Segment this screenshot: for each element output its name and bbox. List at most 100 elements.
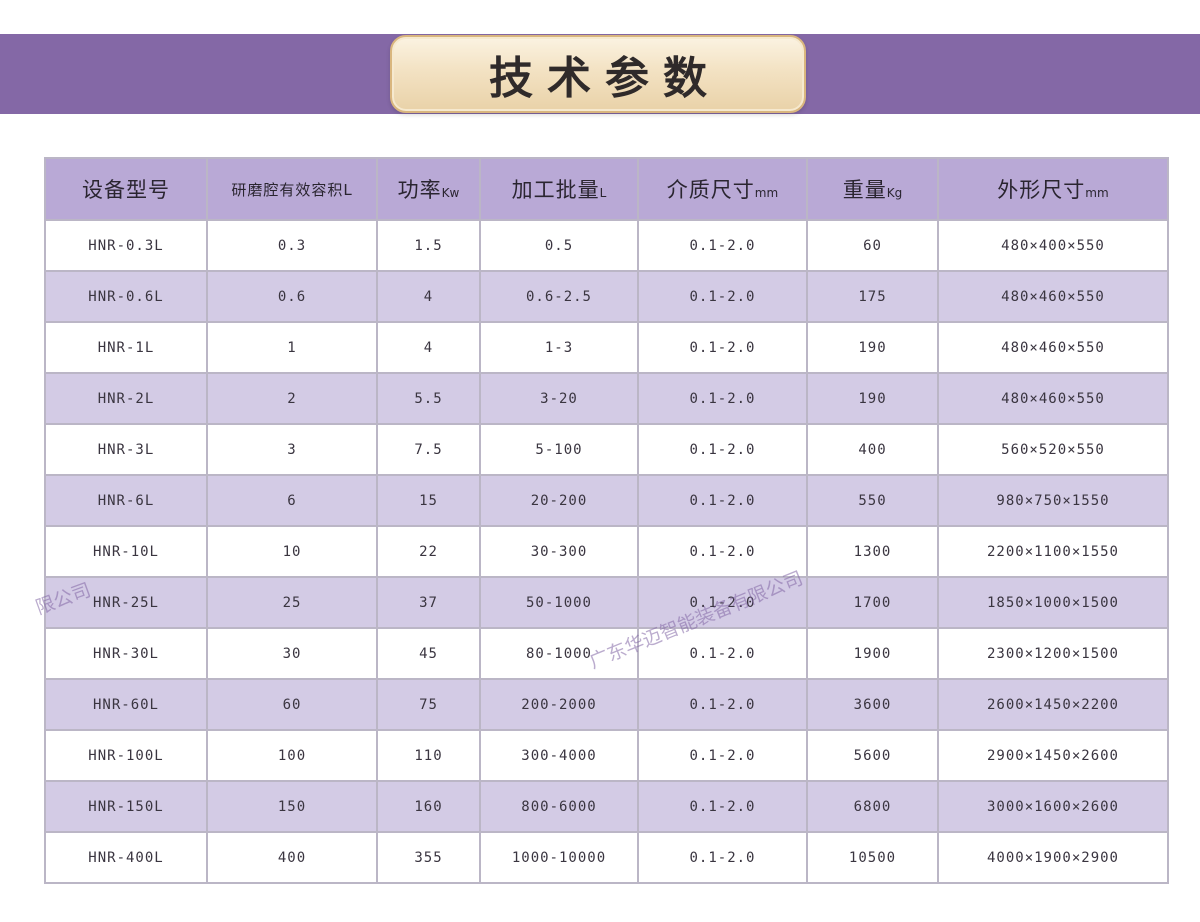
cell-power: 110 bbox=[376, 729, 481, 782]
cell-weight: 400 bbox=[806, 423, 939, 476]
table-row: HNR-0.3L 0.3 1.5 0.5 0.1-2.0 60 480×400×550 bbox=[44, 219, 1169, 272]
cell-power: 160 bbox=[376, 780, 481, 833]
cell-model: HNR-10L bbox=[44, 525, 208, 578]
table-row: HNR-0.6L 0.6 4 0.6-2.5 0.1-2.0 175 480×460×550 bbox=[44, 270, 1169, 323]
cell-dimensions: 2900×1450×2600 bbox=[937, 729, 1169, 782]
cell-power: 4 bbox=[376, 321, 481, 374]
cell-power: 75 bbox=[376, 678, 481, 731]
cell-media-size: 0.1-2.0 bbox=[637, 474, 808, 527]
cell-media-size: 0.1-2.0 bbox=[637, 576, 808, 629]
table-row: HNR-1L 1 4 1-3 0.1-2.0 190 480×460×550 bbox=[44, 321, 1169, 374]
cell-weight: 190 bbox=[806, 321, 939, 374]
cell-chamber-volume: 0.6 bbox=[206, 270, 378, 323]
cell-model: HNR-6L bbox=[44, 474, 208, 527]
table-row: HNR-10L 10 22 30-300 0.1-2.0 1300 2200×1100×15… bbox=[44, 525, 1169, 578]
cell-media-size: 0.1-2.0 bbox=[637, 372, 808, 425]
cell-weight: 3600 bbox=[806, 678, 939, 731]
cell-batch: 1000-10000 bbox=[479, 831, 639, 884]
cell-dimensions: 4000×1900×2900 bbox=[937, 831, 1169, 884]
cell-chamber-volume: 6 bbox=[206, 474, 378, 527]
cell-model: HNR-2L bbox=[44, 372, 208, 425]
cell-weight: 1300 bbox=[806, 525, 939, 578]
cell-batch: 80-1000 bbox=[479, 627, 639, 680]
cell-weight: 175 bbox=[806, 270, 939, 323]
table-row: HNR-100L 100 110 300-4000 0.1-2.0 5600 2900×14… bbox=[44, 729, 1169, 782]
cell-batch: 0.5 bbox=[479, 219, 639, 272]
cell-dimensions: 2600×1450×2200 bbox=[937, 678, 1169, 731]
cell-chamber-volume: 10 bbox=[206, 525, 378, 578]
cell-weight: 1900 bbox=[806, 627, 939, 680]
table-body: HNR-0.3L 0.3 1.5 0.5 0.1-2.0 60 480×400×550 HNR… bbox=[44, 219, 1169, 884]
cell-weight: 1700 bbox=[806, 576, 939, 629]
table-header-row: 设备型号 研磨腔有效容积L 功率Kw 加工批量L 介质尺寸mm 重量Kg 外形尺… bbox=[44, 157, 1169, 221]
cell-chamber-volume: 3 bbox=[206, 423, 378, 476]
cell-batch: 20-200 bbox=[479, 474, 639, 527]
header-dimensions: 外形尺寸mm bbox=[937, 157, 1169, 221]
cell-power: 15 bbox=[376, 474, 481, 527]
cell-batch: 200-2000 bbox=[479, 678, 639, 731]
header-weight: 重量Kg bbox=[806, 157, 939, 221]
cell-dimensions: 480×400×550 bbox=[937, 219, 1169, 272]
cell-batch: 800-6000 bbox=[479, 780, 639, 833]
cell-batch: 3-20 bbox=[479, 372, 639, 425]
cell-dimensions: 2200×1100×1550 bbox=[937, 525, 1169, 578]
table-row: HNR-150L 150 160 800-6000 0.1-2.0 6800 3000×16… bbox=[44, 780, 1169, 833]
cell-power: 1.5 bbox=[376, 219, 481, 272]
cell-media-size: 0.1-2.0 bbox=[637, 525, 808, 578]
cell-power: 7.5 bbox=[376, 423, 481, 476]
cell-media-size: 0.1-2.0 bbox=[637, 831, 808, 884]
cell-batch: 300-4000 bbox=[479, 729, 639, 782]
cell-model: HNR-25L bbox=[44, 576, 208, 629]
header-power: 功率Kw bbox=[376, 157, 481, 221]
cell-model: HNR-60L bbox=[44, 678, 208, 731]
spec-table: 设备型号 研磨腔有效容积L 功率Kw 加工批量L 介质尺寸mm 重量Kg 外形尺… bbox=[44, 157, 1169, 884]
cell-chamber-volume: 60 bbox=[206, 678, 378, 731]
cell-batch: 0.6-2.5 bbox=[479, 270, 639, 323]
header-batch: 加工批量L bbox=[479, 157, 639, 221]
cell-chamber-volume: 400 bbox=[206, 831, 378, 884]
cell-dimensions: 560×520×550 bbox=[937, 423, 1169, 476]
cell-dimensions: 3000×1600×2600 bbox=[937, 780, 1169, 833]
header-media-size: 介质尺寸mm bbox=[637, 157, 808, 221]
header-chamber-volume: 研磨腔有效容积L bbox=[206, 157, 378, 221]
cell-model: HNR-100L bbox=[44, 729, 208, 782]
page-title: 技术参数 bbox=[489, 53, 721, 104]
cell-dimensions: 480×460×550 bbox=[937, 270, 1169, 323]
cell-weight: 190 bbox=[806, 372, 939, 425]
cell-batch: 30-300 bbox=[479, 525, 639, 578]
cell-power: 45 bbox=[376, 627, 481, 680]
cell-batch: 50-1000 bbox=[479, 576, 639, 629]
cell-model: HNR-150L bbox=[44, 780, 208, 833]
cell-weight: 550 bbox=[806, 474, 939, 527]
cell-model: HNR-3L bbox=[44, 423, 208, 476]
cell-media-size: 0.1-2.0 bbox=[637, 729, 808, 782]
cell-media-size: 0.1-2.0 bbox=[637, 678, 808, 731]
cell-weight: 10500 bbox=[806, 831, 939, 884]
cell-batch: 5-100 bbox=[479, 423, 639, 476]
cell-power: 4 bbox=[376, 270, 481, 323]
cell-chamber-volume: 100 bbox=[206, 729, 378, 782]
cell-weight: 6800 bbox=[806, 780, 939, 833]
cell-chamber-volume: 150 bbox=[206, 780, 378, 833]
title-plate: 技术参数 bbox=[390, 35, 806, 113]
cell-dimensions: 480×460×550 bbox=[937, 321, 1169, 374]
cell-weight: 5600 bbox=[806, 729, 939, 782]
table-row: HNR-3L 3 7.5 5-100 0.1-2.0 400 560×520×550 bbox=[44, 423, 1169, 476]
cell-chamber-volume: 25 bbox=[206, 576, 378, 629]
cell-batch: 1-3 bbox=[479, 321, 639, 374]
table-row: HNR-2L 2 5.5 3-20 0.1-2.0 190 480×460×550 bbox=[44, 372, 1169, 425]
cell-media-size: 0.1-2.0 bbox=[637, 780, 808, 833]
cell-model: HNR-1L bbox=[44, 321, 208, 374]
cell-dimensions: 480×460×550 bbox=[937, 372, 1169, 425]
cell-power: 37 bbox=[376, 576, 481, 629]
cell-dimensions: 1850×1000×1500 bbox=[937, 576, 1169, 629]
cell-model: HNR-0.6L bbox=[44, 270, 208, 323]
cell-chamber-volume: 1 bbox=[206, 321, 378, 374]
cell-dimensions: 2300×1200×1500 bbox=[937, 627, 1169, 680]
cell-chamber-volume: 0.3 bbox=[206, 219, 378, 272]
table-row: HNR-60L 60 75 200-2000 0.1-2.0 3600 2600×1450×… bbox=[44, 678, 1169, 731]
cell-chamber-volume: 2 bbox=[206, 372, 378, 425]
cell-power: 355 bbox=[376, 831, 481, 884]
table-row: HNR-6L 6 15 20-200 0.1-2.0 550 980×750×1550 bbox=[44, 474, 1169, 527]
cell-model: HNR-0.3L bbox=[44, 219, 208, 272]
